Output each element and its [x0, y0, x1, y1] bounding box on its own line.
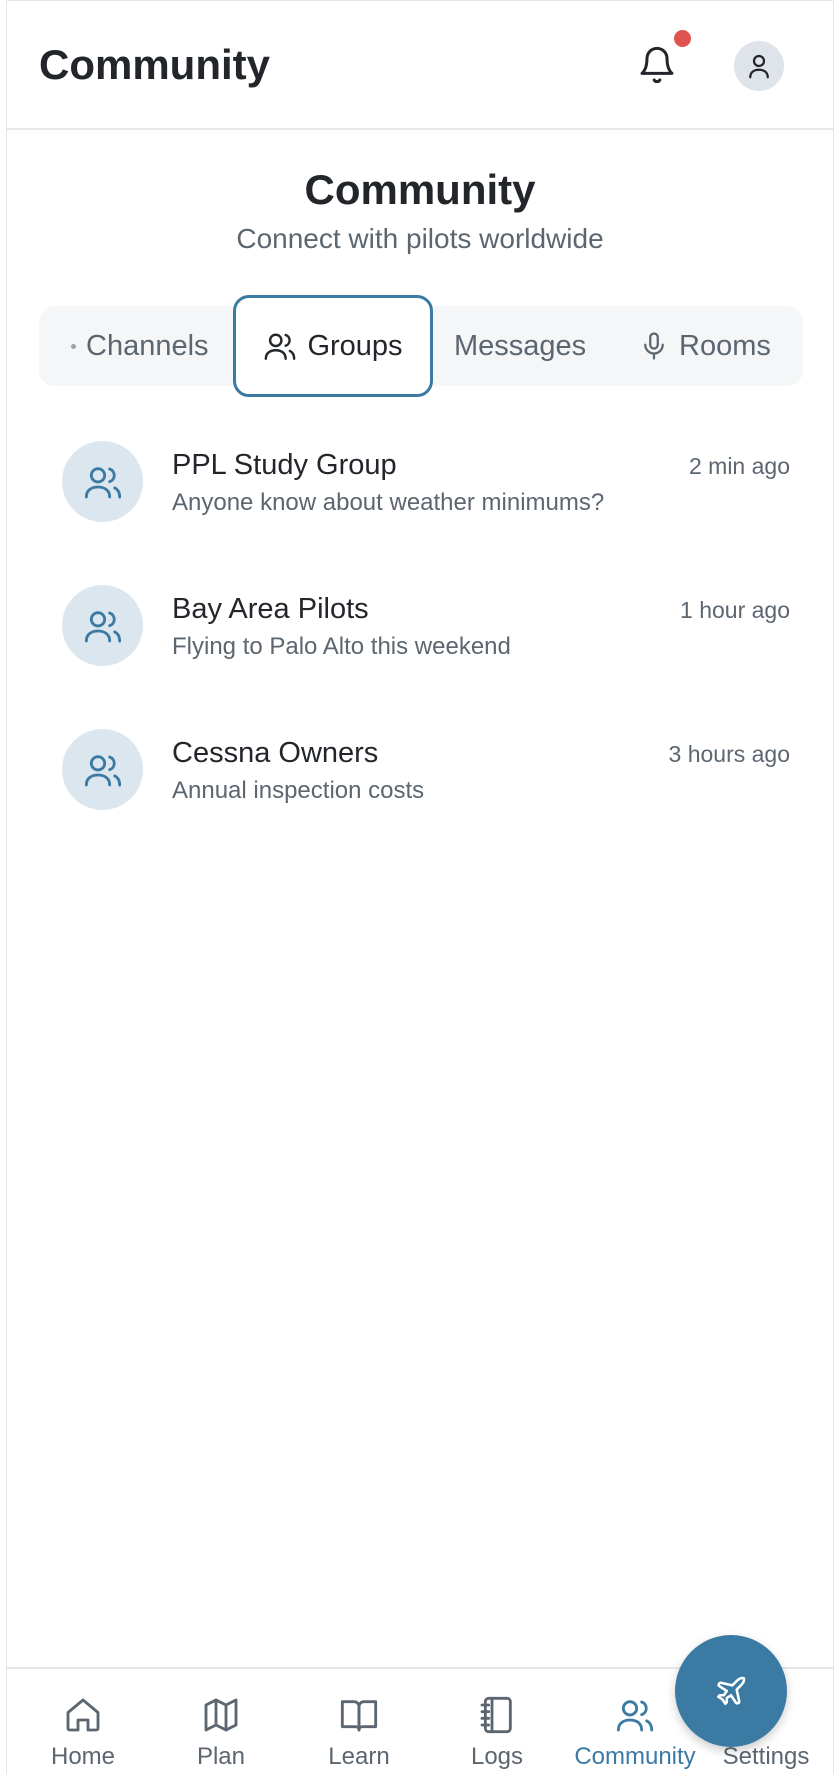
list-item[interactable]: PPL Study Group Anyone know about weathe…: [62, 431, 790, 522]
timestamp: 1 hour ago: [680, 597, 790, 623]
tab-messages[interactable]: Messages: [454, 306, 586, 386]
group-avatar: [62, 441, 143, 522]
group-name: Cessna Owners: [172, 737, 379, 769]
app-header: Community: [7, 1, 833, 130]
page-title: Community: [39, 41, 270, 88]
tab-groups[interactable]: Groups: [233, 295, 433, 397]
notification-badge: [674, 30, 691, 47]
bell-icon[interactable]: [637, 45, 677, 85]
nav-logs[interactable]: Logs: [428, 1669, 566, 1774]
group-name: PPL Study Group: [172, 449, 397, 481]
list-item[interactable]: Bay Area Pilots Flying to Palo Alto this…: [62, 575, 790, 666]
list-item[interactable]: Cessna Owners Annual inspection costs 3 …: [62, 719, 790, 810]
last-message-preview: Flying to Palo Alto this weekend: [172, 633, 511, 660]
nav-home[interactable]: Home: [14, 1669, 152, 1774]
app-frame: Community Community Connect with pilots …: [6, 0, 834, 1774]
tab-label: Groups: [307, 329, 403, 362]
users-icon: [84, 754, 121, 786]
tab-label: Messages: [454, 329, 587, 362]
map-icon: [204, 1698, 238, 1732]
last-message-preview: Annual inspection costs: [172, 777, 425, 804]
home-icon: [66, 1698, 100, 1732]
nav-label: Settings: [722, 1743, 810, 1770]
timestamp: 3 hours ago: [668, 741, 790, 767]
notebook-icon: [480, 1696, 512, 1734]
nav-learn[interactable]: Learn: [290, 1669, 428, 1774]
dot-icon: [71, 343, 76, 349]
nav-plan[interactable]: Plan: [152, 1669, 290, 1774]
quick-action-button[interactable]: [675, 1635, 787, 1747]
users-icon: [84, 466, 121, 498]
tab-label: Rooms: [679, 329, 771, 362]
group-avatar: [62, 729, 143, 810]
user-icon: [749, 54, 769, 79]
section-title: Community: [304, 166, 536, 213]
section-subtitle: Connect with pilots worldwide: [236, 223, 604, 254]
nav-label: Plan: [196, 1743, 246, 1770]
nav-label: Community: [574, 1743, 696, 1770]
nav-label: Logs: [470, 1743, 524, 1770]
community-tabs: Channels Groups Messages Rooms: [39, 295, 803, 397]
profile-avatar[interactable]: [734, 41, 784, 91]
nav-label: Home: [50, 1743, 116, 1770]
book-icon: [340, 1700, 378, 1732]
microphone-icon: [644, 332, 664, 360]
users-icon: [265, 333, 296, 360]
tab-channels[interactable]: Channels: [71, 306, 209, 386]
users-icon: [616, 1700, 654, 1732]
users-icon: [84, 610, 121, 642]
group-name: Bay Area Pilots: [172, 593, 369, 625]
plane-icon: [716, 1676, 746, 1706]
last-message-preview: Anyone know about weather minimums?: [172, 489, 605, 516]
nav-label: Learn: [328, 1743, 390, 1770]
timestamp: 2 min ago: [688, 453, 790, 479]
group-avatar: [62, 585, 143, 666]
tab-label: Channels: [86, 329, 209, 362]
tab-rooms[interactable]: Rooms: [639, 306, 771, 386]
